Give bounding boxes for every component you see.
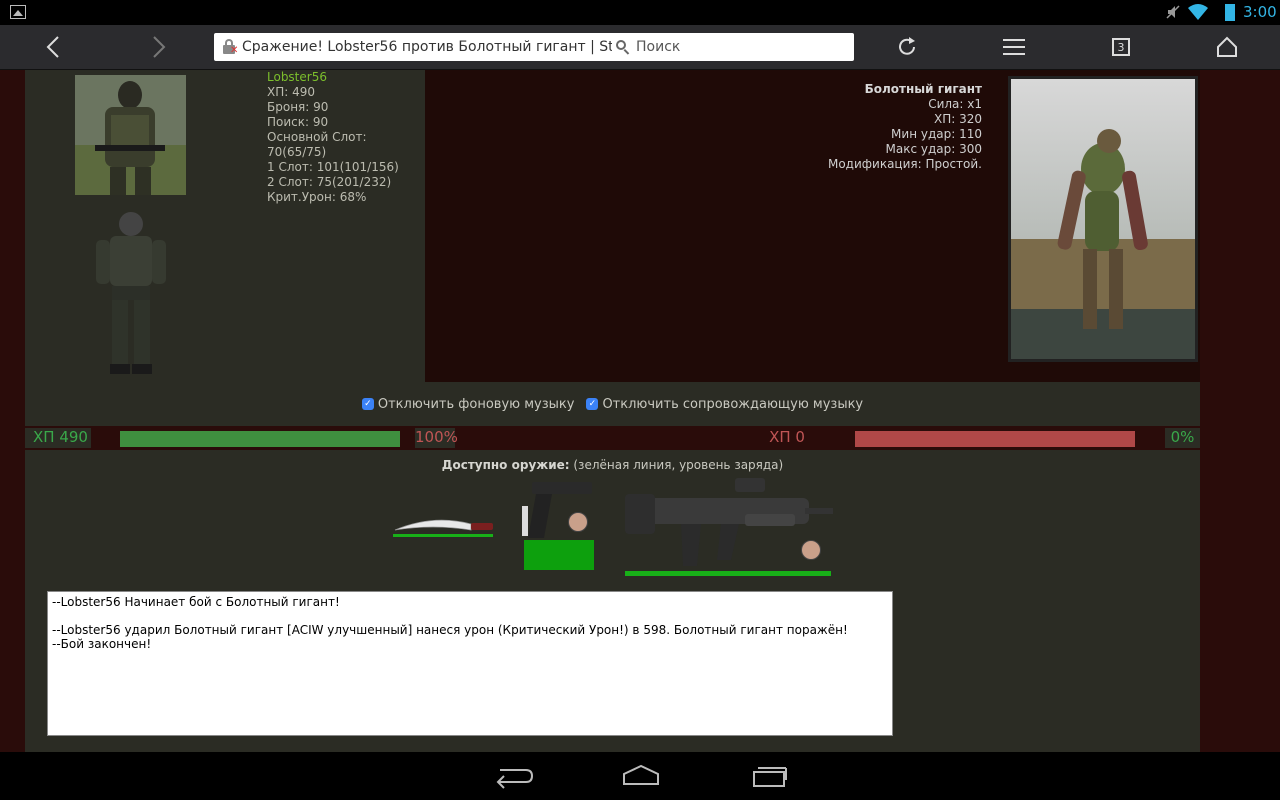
wifi-icon bbox=[1188, 4, 1208, 20]
insecure-lock-icon: ✕ bbox=[222, 39, 238, 56]
log-line: --Lobster56 ударил Болотный гигант [ACIW… bbox=[52, 623, 848, 637]
monster-stat-mod: Модификация: Простой. bbox=[827, 157, 982, 171]
disable-bg-music-label: Отключить фоновую музыку bbox=[377, 396, 575, 412]
gallery-notification-icon bbox=[10, 5, 26, 19]
player-stat-slot-2: 2 Слот: 75(201/232) bbox=[267, 175, 392, 189]
player-hp-bar bbox=[120, 431, 400, 447]
home-nav-icon bbox=[623, 764, 659, 785]
checkbox-checked-icon[interactable]: ✓ bbox=[586, 398, 599, 410]
page-title: Сражение! Lobster56 против Болотный гига… bbox=[242, 39, 612, 55]
player-panel: Lobster56 ХП: 490 Броня: 90 Поиск: 90 Ос… bbox=[25, 70, 425, 382]
log-line: --Бой закончен! bbox=[52, 637, 152, 651]
pistol-charge-block bbox=[524, 540, 594, 570]
battery-icon bbox=[1225, 4, 1235, 21]
mute-icon bbox=[1164, 3, 1182, 21]
player-stat-hp: ХП: 490 bbox=[267, 85, 316, 99]
player-stat-armor: Броня: 90 bbox=[267, 100, 329, 114]
monster-stat-strength: Сила: x1 bbox=[928, 97, 982, 111]
log-line: --Lobster56 Начинает бой с Болотный гига… bbox=[52, 595, 340, 609]
browser-toolbar: ✕ Сражение! Lobster56 против Болотный ги… bbox=[0, 25, 1280, 70]
menu-button[interactable] bbox=[991, 25, 1037, 69]
home-button[interactable] bbox=[1204, 25, 1250, 69]
back-button[interactable] bbox=[30, 25, 76, 69]
nav-home-button[interactable] bbox=[618, 762, 664, 790]
android-nav-bar bbox=[0, 752, 1280, 800]
recents-icon bbox=[753, 767, 787, 787]
chevron-left-icon bbox=[46, 36, 59, 58]
monster-name: Болотный гигант bbox=[864, 82, 982, 96]
nav-back-button[interactable] bbox=[490, 762, 536, 790]
monster-hp-label: ХП 0 bbox=[769, 428, 805, 446]
pistol-weapon[interactable] bbox=[522, 480, 594, 570]
disable-bg-music-toggle[interactable]: ✓ Отключить фоновую музыку bbox=[361, 396, 575, 412]
player-portrait bbox=[75, 75, 186, 195]
tab-count: 3 bbox=[1112, 38, 1130, 56]
home-icon bbox=[1217, 36, 1237, 57]
player-figure bbox=[90, 208, 172, 374]
hp-row: ХП 490 100% ХП 0 0% bbox=[25, 426, 1200, 450]
forward-button[interactable] bbox=[136, 25, 182, 69]
monster-stat-hp: ХП: 320 bbox=[933, 112, 982, 126]
player-hp-label: ХП 490 bbox=[25, 428, 91, 448]
back-arrow-icon bbox=[496, 769, 534, 789]
disable-accomp-music-toggle[interactable]: ✓ Отключить сопровождающую музыку bbox=[586, 397, 863, 412]
player-name[interactable]: Lobster56 bbox=[267, 70, 425, 85]
monster-stat-max-hit: Макс удар: 300 bbox=[885, 142, 983, 156]
rifle-weapon[interactable] bbox=[625, 474, 833, 578]
rifle-charge-line bbox=[625, 571, 831, 576]
player-stat-main-slot: Основной Слот: 70(65/75) bbox=[267, 130, 367, 159]
monster-hp-bar bbox=[855, 431, 1135, 447]
radiation-icon bbox=[801, 540, 821, 560]
weapons-title: Доступно оружие: (зелёная линия, уровень… bbox=[25, 458, 1200, 472]
reload-button[interactable] bbox=[884, 25, 930, 69]
address-bar[interactable]: ✕ Сражение! Lobster56 против Болотный ги… bbox=[214, 33, 854, 61]
chevron-right-icon bbox=[153, 36, 166, 58]
nav-recents-button[interactable] bbox=[746, 762, 792, 790]
search-icon bbox=[616, 40, 630, 55]
monster-stats: Болотный гигант Сила: x1 ХП: 320 Мин уда… bbox=[828, 82, 982, 172]
reload-icon bbox=[899, 37, 915, 55]
tabs-button[interactable]: 3 bbox=[1098, 25, 1144, 69]
monster-image bbox=[1008, 76, 1198, 362]
search-input[interactable]: Поиск bbox=[636, 39, 680, 55]
monster-stat-min-hit: Мин удар: 110 bbox=[891, 127, 982, 141]
music-options: ✓ Отключить фоновую музыку ✓ Отключить с… bbox=[25, 382, 1200, 426]
player-stat-slot-1: 1 Слот: 101(101/156) bbox=[267, 160, 399, 174]
battle-log[interactable]: --Lobster56 Начинает бой с Болотный гига… bbox=[47, 591, 893, 736]
weapons-title-bold: Доступно оружие: bbox=[441, 458, 570, 472]
player-stat-crit: Крит.Урон: 68% bbox=[267, 190, 367, 204]
knife-weapon[interactable] bbox=[393, 510, 495, 540]
player-stat-search: Поиск: 90 bbox=[267, 115, 329, 129]
player-hp-percent: 100% bbox=[415, 428, 458, 448]
radiation-icon bbox=[568, 512, 588, 532]
monster-hp-percent: 0% bbox=[1165, 428, 1200, 448]
hamburger-icon bbox=[1003, 34, 1025, 60]
disable-accomp-music-label: Отключить сопровождающую музыку bbox=[602, 396, 864, 412]
clock: 3:00 bbox=[1243, 3, 1277, 21]
player-stats: Lobster56 ХП: 490 Броня: 90 Поиск: 90 Ос… bbox=[267, 70, 425, 205]
status-bar: 3:00 bbox=[0, 0, 1280, 25]
knife-charge-line bbox=[393, 534, 493, 537]
weapons-title-rest: (зелёная линия, уровень заряда) bbox=[569, 458, 784, 472]
pistol-icon bbox=[522, 482, 592, 538]
checkbox-checked-icon[interactable]: ✓ bbox=[361, 398, 374, 410]
